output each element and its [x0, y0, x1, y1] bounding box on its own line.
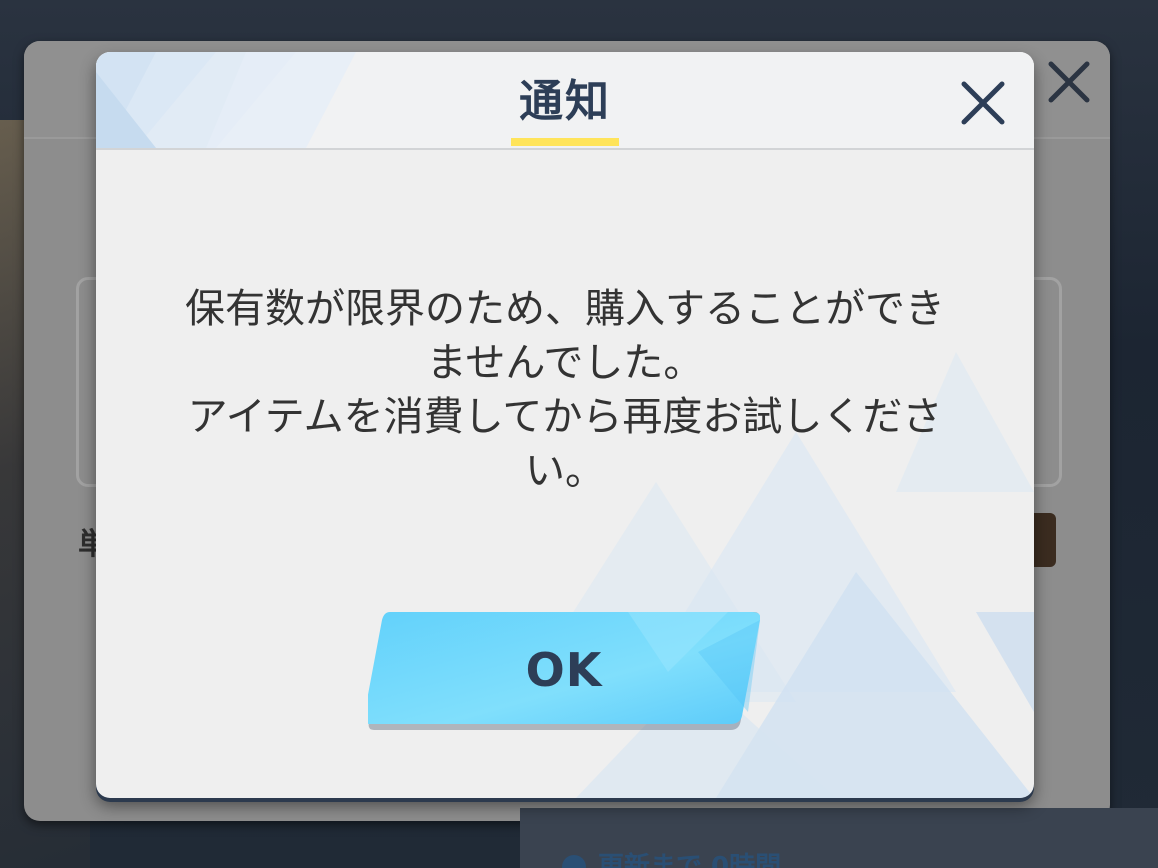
- dialog-title: 通知: [519, 76, 611, 127]
- clock-icon: [562, 855, 586, 868]
- background-status-text: 更新まで 0時間: [562, 846, 781, 868]
- message-line: い。: [525, 448, 605, 494]
- dialog-message: 保有数が限界のため、購入することができ ませんでした。 アイテムを消費してから再…: [158, 282, 972, 498]
- background-close-icon: [1048, 61, 1090, 103]
- dialog-header: 通知: [96, 52, 1034, 150]
- background-status-label: 更新まで 0時間: [598, 852, 782, 868]
- message-line: ませんでした。: [426, 340, 704, 386]
- message-line: アイテムを消費してから再度お試しくださ: [187, 394, 943, 440]
- close-icon[interactable]: [958, 78, 1008, 128]
- notification-dialog: 通知 保有数が限界のため、購入することができ ませんでした。 アイテムを消費して…: [96, 52, 1034, 798]
- ok-button-label: OK: [525, 643, 603, 697]
- title-underline: [511, 138, 619, 146]
- message-line: 保有数が限界のため、購入することができ: [185, 286, 945, 332]
- ok-button[interactable]: OK: [368, 612, 760, 730]
